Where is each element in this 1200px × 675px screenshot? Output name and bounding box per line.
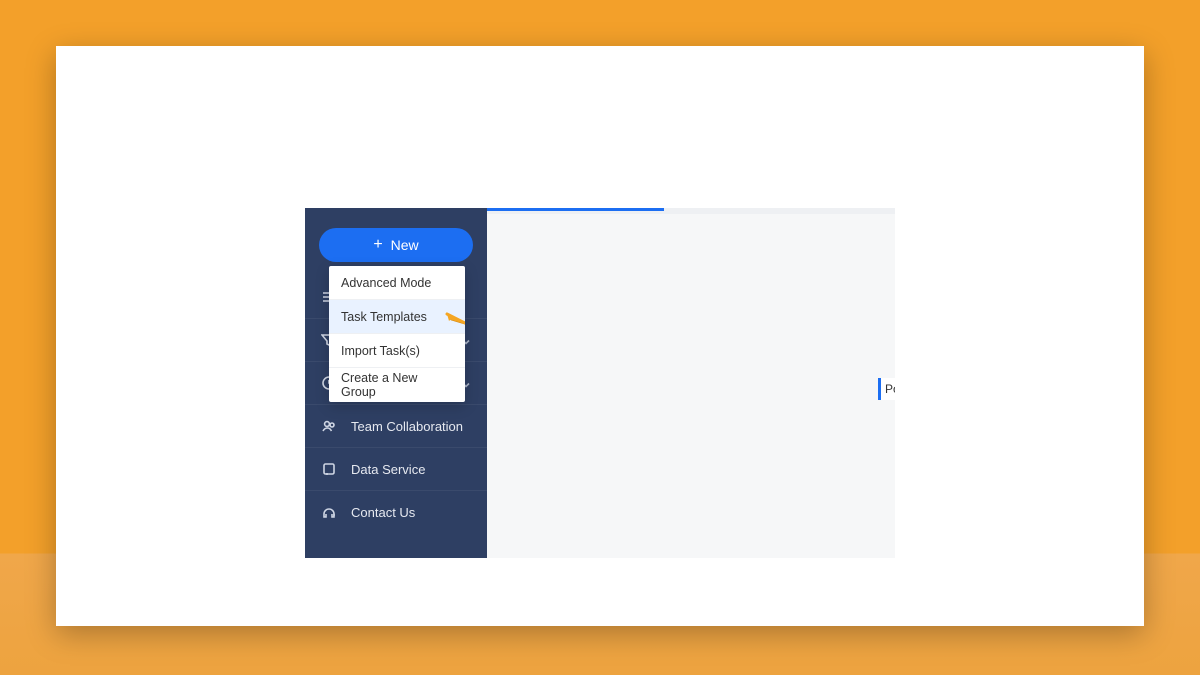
dropdown-item-label: Advanced Mode bbox=[341, 276, 431, 290]
app-card: + New Advanced Mode Task Templates bbox=[56, 46, 1144, 626]
database-icon bbox=[321, 461, 337, 477]
dropdown-item-task-templates[interactable]: Task Templates bbox=[329, 300, 465, 334]
plus-icon: + bbox=[373, 237, 382, 253]
sidebar-item-contact-us[interactable]: Contact Us bbox=[305, 491, 487, 534]
sidebar-item-label: Contact Us bbox=[351, 505, 415, 520]
right-edge-tag[interactable]: Po bbox=[878, 378, 895, 400]
sidebar-item-team-collaboration[interactable]: Team Collaboration bbox=[305, 405, 487, 448]
headset-icon bbox=[321, 505, 337, 521]
cursor-arrow-icon bbox=[443, 310, 465, 328]
right-edge-tag-label: Po bbox=[885, 382, 895, 396]
dropdown-item-label: Import Task(s) bbox=[341, 344, 420, 358]
sidebar-item-label: Team Collaboration bbox=[351, 419, 463, 434]
dropdown-item-import-tasks[interactable]: Import Task(s) bbox=[329, 334, 465, 368]
dropdown-item-label: Create a New Group bbox=[341, 371, 453, 399]
app-window: + New Advanced Mode Task Templates bbox=[305, 208, 895, 558]
dropdown-item-create-group[interactable]: Create a New Group bbox=[329, 368, 465, 402]
progress-bar bbox=[487, 208, 664, 211]
dropdown-item-label: Task Templates bbox=[341, 310, 427, 324]
new-dropdown: Advanced Mode Task Templates Import Task… bbox=[329, 266, 465, 402]
new-button[interactable]: + New bbox=[319, 228, 473, 262]
sidebar: + New Advanced Mode Task Templates bbox=[305, 208, 487, 558]
new-button-label: New bbox=[391, 237, 419, 253]
dropdown-item-advanced-mode[interactable]: Advanced Mode bbox=[329, 266, 465, 300]
sidebar-item-data-service[interactable]: Data Service bbox=[305, 448, 487, 491]
main-content: Po bbox=[487, 208, 895, 558]
sidebar-item-label: Data Service bbox=[351, 462, 425, 477]
team-icon bbox=[321, 418, 337, 434]
